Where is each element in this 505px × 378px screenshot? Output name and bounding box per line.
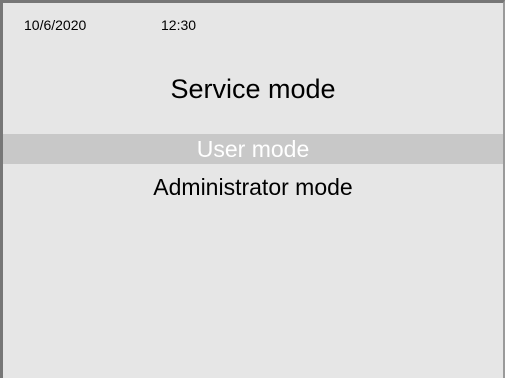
status-bar: 10/6/2020 12:30 [3, 3, 503, 43]
status-time: 12:30 [161, 17, 197, 33]
menu-item-label: Administrator mode [153, 174, 353, 200]
status-date: 10/6/2020 [24, 17, 87, 33]
page-title: Service mode [170, 74, 336, 104]
menu-item-administrator-mode[interactable]: Administrator mode [3, 172, 503, 202]
menu-item-user-mode[interactable]: User mode [3, 134, 503, 164]
menu-item-label: User mode [196, 136, 310, 162]
mode-menu: User mode Administrator mode [3, 134, 503, 202]
device-screen: 10/6/2020 12:30 Service mode User mode A… [0, 0, 505, 378]
